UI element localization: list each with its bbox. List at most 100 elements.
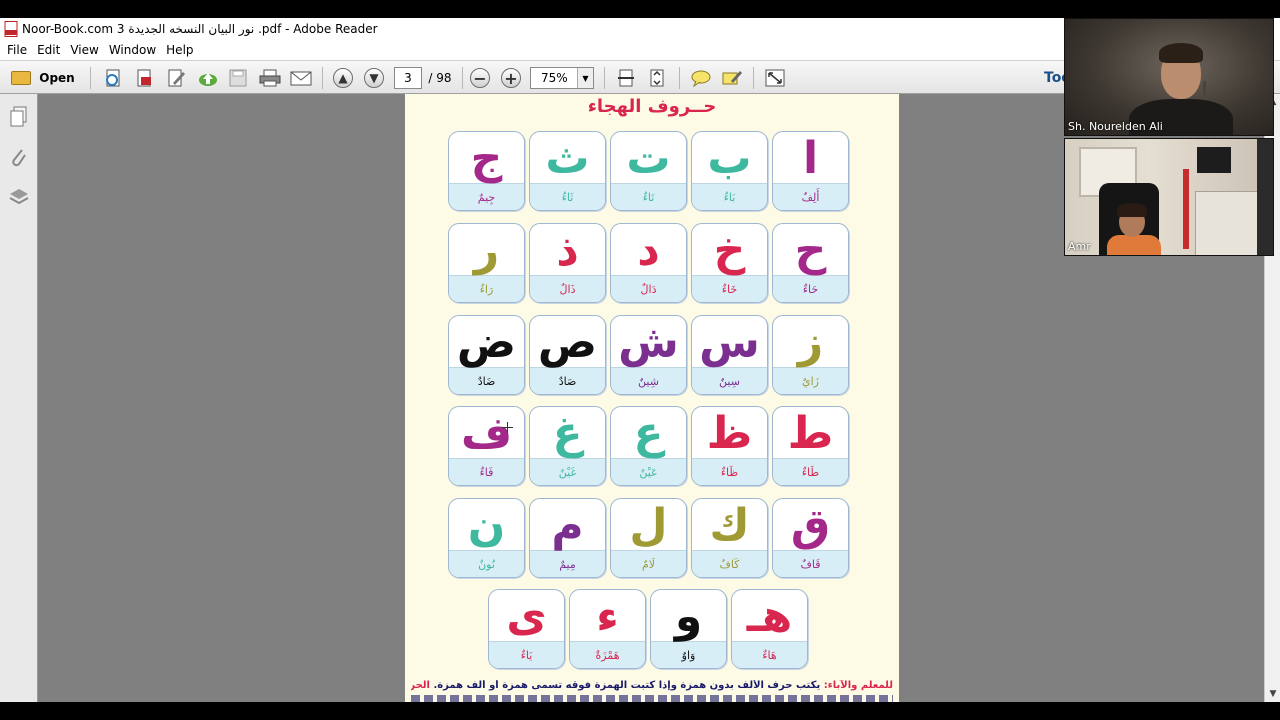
arrow-up-icon: ▲ — [333, 68, 353, 88]
letter-card: ن نُونٌ — [448, 498, 525, 578]
room-poster — [1197, 147, 1231, 173]
save-button[interactable] — [226, 66, 250, 90]
letter-card: ذ ذَالٌ — [529, 223, 606, 303]
letter-card: ض ضَادٌ — [448, 315, 525, 395]
letter-card: ك كَافٌ — [691, 498, 768, 578]
export-pdf-icon — [135, 69, 155, 87]
letter-card: م مِيمٌ — [529, 498, 606, 578]
letter-glyph: س — [699, 317, 760, 368]
letter-glyph: ن — [467, 500, 506, 551]
letter-card: ش شِينٌ — [610, 315, 687, 395]
zoom-out-button[interactable]: − — [469, 66, 491, 90]
attachment-paperclip-icon[interactable] — [9, 146, 29, 168]
screen: Noor-Book.com نور البيان النسخه الجديدة … — [0, 0, 1280, 720]
letter-glyph: م — [551, 500, 584, 551]
letter-glyph: ل — [629, 500, 668, 551]
letter-name: شِينٌ — [638, 375, 659, 388]
letter-glyph: د — [637, 225, 660, 276]
next-page-button[interactable]: ▼ — [363, 66, 385, 90]
export-pdf-button[interactable] — [133, 66, 157, 90]
page-title: حــروف الهجاء — [587, 96, 717, 117]
fit-page-button[interactable] — [614, 66, 638, 90]
letter-glyph: خ — [713, 225, 746, 276]
room-red-panel — [1183, 169, 1189, 249]
cloud-upload-icon — [197, 69, 217, 87]
menu-edit[interactable]: Edit — [37, 43, 60, 57]
letter-glyph: ك — [709, 500, 750, 551]
menu-window[interactable]: Window — [109, 43, 156, 57]
layers-icon[interactable] — [9, 186, 29, 208]
room-shelf — [1195, 191, 1259, 255]
letter-name: ثَاءٌ — [561, 191, 574, 204]
folder-icon — [11, 71, 32, 85]
zoom-value: 75% — [541, 71, 568, 85]
scroll-down-icon[interactable]: ▼ — [1265, 686, 1280, 702]
video-tile-participant-2[interactable]: Amr — [1064, 138, 1274, 256]
letter-card: ر رَاءٌ — [448, 223, 525, 303]
fit-width-icon — [647, 69, 667, 87]
letter-name: رَاءٌ — [479, 283, 494, 296]
letter-glyph: ش — [618, 317, 679, 368]
letter-name: صَادٌ — [558, 375, 577, 388]
zoom-select[interactable]: 75% ▼ — [530, 67, 594, 89]
toolbar-separator — [90, 67, 91, 89]
crosshair-cursor-icon — [502, 422, 513, 433]
letter-glyph: ا — [802, 133, 819, 184]
page-thumbnails-icon[interactable] — [9, 106, 29, 128]
letter-glyph: ى — [506, 591, 547, 642]
toolbar-separator — [604, 67, 605, 89]
letter-name: بَاءٌ — [723, 191, 736, 204]
print-button[interactable] — [257, 66, 281, 90]
upload-button[interactable] — [195, 66, 219, 90]
letter-glyph: ز — [797, 317, 824, 368]
letter-name: عَيْنٌ — [639, 466, 658, 479]
letter-glyph: هـ — [746, 591, 793, 642]
full-screen-button[interactable] — [763, 66, 787, 90]
menu-view[interactable]: View — [70, 43, 98, 57]
letter-card: ق قَافٌ — [772, 498, 849, 578]
fit-width-button[interactable] — [645, 66, 669, 90]
highlight-button[interactable] — [719, 66, 743, 90]
footnote-cut-off-line — [411, 695, 893, 702]
letter-name: سِينٌ — [719, 375, 740, 388]
footnote-label: للمعلم والآباء: — [823, 680, 893, 691]
letter-name: ضَادٌ — [477, 375, 496, 388]
letter-name: تَاءٌ — [642, 191, 655, 204]
letter-card: ف فَاءٌ — [448, 406, 525, 486]
letter-name: يَاءٌ — [520, 649, 533, 662]
comment-button[interactable] — [688, 66, 712, 90]
letter-glyph: ص — [537, 317, 598, 368]
letter-card: ص صَادٌ — [529, 315, 606, 395]
letter-card: ج جِيمٌ — [448, 131, 525, 211]
letter-card: ى يَاءٌ — [488, 589, 565, 669]
letter-name: حَاءٌ — [802, 283, 819, 296]
pencil-document-icon — [166, 69, 186, 87]
letter-name: نُونٌ — [478, 558, 495, 571]
letter-name: خَاءٌ — [721, 283, 738, 296]
letter-name: ظَاءٌ — [720, 466, 739, 479]
navigation-pane — [0, 94, 38, 702]
letter-name: مِيمٌ — [559, 558, 576, 571]
previous-page-button[interactable]: ▲ — [332, 66, 354, 90]
create-pdf-button[interactable] — [102, 66, 126, 90]
letter-name: جِيمٌ — [477, 191, 496, 204]
edit-pdf-button[interactable] — [164, 66, 188, 90]
letter-card: ح حَاءٌ — [772, 223, 849, 303]
email-button[interactable] — [288, 66, 312, 90]
zoom-in-button[interactable]: + — [500, 66, 522, 90]
video-tile-participant-1[interactable]: Sh. Nourelden Ali — [1064, 18, 1274, 136]
letter-glyph: ر — [473, 225, 500, 276]
open-label: Open — [39, 71, 75, 85]
page-number-input[interactable]: 3 — [394, 67, 422, 89]
headset-mic-icon — [1203, 81, 1206, 95]
room-door — [1257, 139, 1273, 255]
envelope-icon — [290, 69, 312, 87]
menu-file[interactable]: File — [7, 43, 27, 57]
window-title: Noor-Book.com نور البيان النسخه الجديدة … — [22, 22, 378, 36]
letter-name: دَالٌ — [640, 283, 657, 296]
open-button[interactable]: Open — [6, 66, 80, 90]
footnote: للمعلم والآباء: يكتب حرف الألف بدون همزة… — [411, 680, 893, 691]
letter-glyph: ب — [707, 133, 752, 184]
menu-help[interactable]: Help — [166, 43, 193, 57]
chevron-down-icon[interactable]: ▼ — [577, 68, 593, 88]
